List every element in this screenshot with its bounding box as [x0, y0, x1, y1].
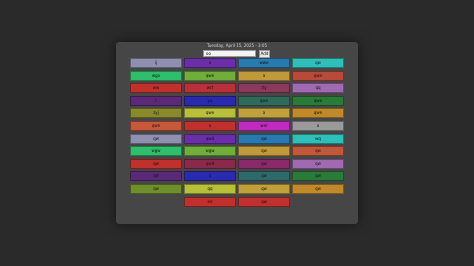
task-tile[interactable]: wgw	[184, 146, 236, 157]
task-tile[interactable]: wgw	[130, 146, 182, 157]
task-tile[interactable]: yu	[184, 95, 236, 106]
task-tile[interactable]: wwe	[238, 58, 290, 68]
task-tile[interactable]: qw	[292, 158, 344, 169]
task-tile[interactable]: qw	[130, 171, 182, 182]
task-tile[interactable]: a	[184, 171, 236, 182]
task-tile[interactable]: qq	[184, 184, 236, 194]
task-tile[interactable]: qw	[292, 146, 344, 157]
task-tile[interactable]: qwd	[184, 133, 236, 144]
task-tile[interactable]: qw	[238, 171, 290, 182]
task-tile[interactable]: qwe	[184, 108, 236, 119]
task-tile[interactable]: qw	[292, 184, 344, 194]
task-tile[interactable]: qw	[238, 158, 290, 169]
task-tile[interactable]: ww	[130, 83, 182, 94]
task-tile[interactable]: qw	[238, 196, 290, 207]
task-tile[interactable]: a	[238, 70, 290, 81]
task-tile[interactable]: qw	[130, 158, 182, 169]
task-tile[interactable]: zyj	[130, 108, 182, 119]
task-tile[interactable]: qw	[292, 58, 344, 68]
task-tile[interactable]: qw	[238, 184, 290, 194]
task-tile[interactable]: qwe	[292, 108, 344, 119]
task-tile[interactable]: ee	[184, 196, 236, 207]
task-tile[interactable]: qw	[238, 133, 290, 144]
task-tile[interactable]: qwe	[292, 95, 344, 106]
todo-panel: Tuesday, April 15, 2025 - 3:05 Add ij wgx…	[116, 42, 358, 224]
task-tile[interactable]: t	[130, 95, 182, 106]
task-tile[interactable]: a	[184, 121, 236, 131]
task-tile[interactable]: qw	[130, 184, 182, 194]
date-heading: Tuesday, April 15, 2025 - 3:05	[206, 43, 267, 48]
task-input[interactable]	[203, 50, 256, 57]
task-tile[interactable]: qwd	[184, 158, 236, 169]
task-tile[interactable]: qw	[238, 146, 290, 157]
task-tile[interactable]: qwe	[292, 70, 344, 81]
task-tile[interactable]: a	[184, 58, 236, 68]
task-tile[interactable]: qq	[292, 83, 344, 94]
task-tile[interactable]: wq	[292, 133, 344, 144]
task-tile[interactable]: qw	[292, 171, 344, 182]
task-tile[interactable]: wer	[238, 121, 290, 131]
task-tile[interactable]: rty	[238, 83, 290, 94]
task-tile[interactable]: a	[238, 108, 290, 119]
task-tile[interactable]: qwe	[238, 95, 290, 106]
task-tile[interactable]: ij	[130, 58, 182, 68]
task-tile[interactable]: qw	[130, 133, 182, 144]
add-button[interactable]: Add	[259, 50, 270, 58]
task-tile[interactable]: qwe	[184, 70, 236, 81]
task-tile[interactable]: a	[292, 121, 344, 131]
task-tile[interactable]: qwe	[130, 121, 182, 131]
task-tile[interactable]: wrt	[184, 83, 236, 94]
task-tile[interactable]: wgx	[130, 70, 182, 81]
